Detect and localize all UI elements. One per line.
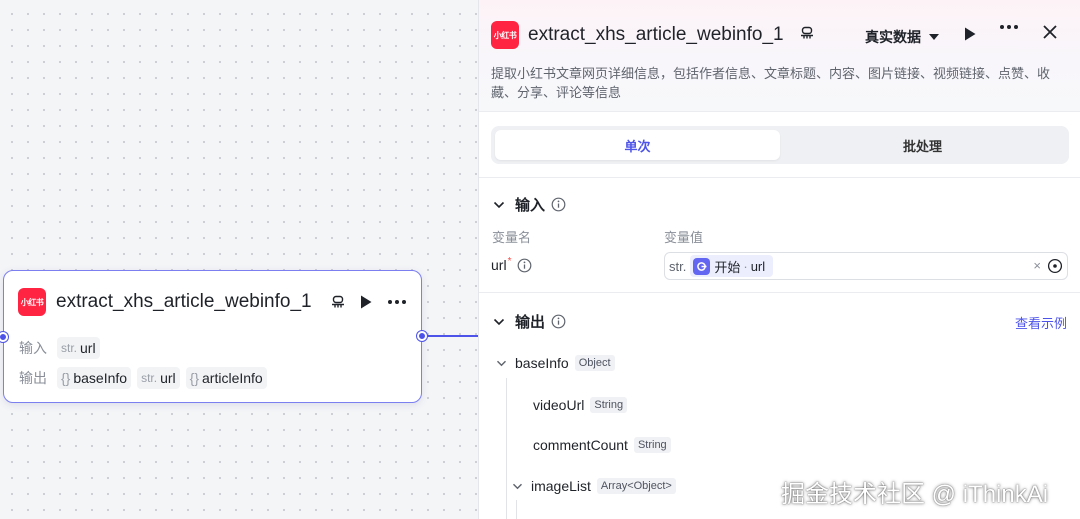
chevron-down-icon xyxy=(493,201,505,208)
info-icon[interactable] xyxy=(551,314,566,329)
tree-guide-line xyxy=(516,500,517,519)
input-param-chip: str. url xyxy=(57,337,100,359)
output-field-type: Array<Object> xyxy=(596,478,676,494)
param-type: {} xyxy=(189,370,200,386)
variable-name-text: url xyxy=(491,257,507,273)
run-icon[interactable] xyxy=(359,294,373,310)
output-param-chip: {} baseInfo xyxy=(57,367,132,389)
variable-name-column-label: 变量名 xyxy=(492,230,532,245)
workflow-node-card[interactable]: 小红书 extract_xhs_article_webinfo_1 输入 str… xyxy=(3,270,422,403)
param-type: {} xyxy=(61,370,71,386)
node-config-panel: 小红书 extract_xhs_article_webinfo_1 真实数据 提… xyxy=(478,0,1080,519)
output-tree-row: videoUrl String xyxy=(533,397,628,413)
variable-value-field[interactable]: str. 开始 · url × xyxy=(664,252,1068,280)
input-section-header[interactable]: 输入 xyxy=(493,194,566,215)
node-output-label: 输出 xyxy=(19,370,47,386)
run-mode-tabs: 单次 批处理 xyxy=(491,126,1069,164)
node-connector-line xyxy=(422,335,480,337)
variable-picker-icon[interactable] xyxy=(1047,258,1063,274)
node-output-row: 输出 {} baseInfo str. url {} articleInfo xyxy=(19,367,273,389)
output-field-name: imageList xyxy=(531,478,591,494)
node-input-row: 输入 str. url xyxy=(19,337,106,359)
output-tree-row: commentCount String xyxy=(533,437,671,453)
more-icon[interactable] xyxy=(387,299,407,305)
param-name: baseInfo xyxy=(73,370,128,386)
chevron-down-icon xyxy=(493,318,505,325)
clear-icon[interactable]: × xyxy=(1033,258,1041,273)
param-name: url xyxy=(160,370,176,386)
panel-title: extract_xhs_article_webinfo_1 xyxy=(528,24,784,45)
xiaohongshu-logo: 小红书 xyxy=(18,288,46,316)
output-section-header[interactable]: 输出 xyxy=(493,311,566,332)
section-divider xyxy=(479,292,1080,293)
debug-icon[interactable] xyxy=(800,26,814,40)
tab-batch[interactable]: 批处理 xyxy=(780,130,1065,160)
input-section-title: 输入 xyxy=(515,197,546,214)
tree-guide-line xyxy=(506,378,507,519)
output-tree-row[interactable]: baseInfo Object xyxy=(496,355,615,371)
more-icon[interactable] xyxy=(999,24,1019,30)
watermark: 掘金技术社区 @ iThinkAi xyxy=(781,481,1049,508)
close-icon[interactable] xyxy=(1042,24,1058,40)
caret-down-icon xyxy=(929,34,939,40)
output-param-chip: {} articleInfo xyxy=(185,367,267,389)
tab-single[interactable]: 单次 xyxy=(495,130,780,160)
info-icon[interactable] xyxy=(551,197,566,212)
panel-header: 小红书 extract_xhs_article_webinfo_1 真实数据 提… xyxy=(479,0,1080,112)
node-header: 小红书 extract_xhs_article_webinfo_1 xyxy=(18,287,407,317)
run-mode-tabs-area: 单次 批处理 xyxy=(479,112,1080,178)
variable-reference-chip[interactable]: 开始 · url xyxy=(690,255,774,277)
param-type: str. xyxy=(141,371,158,385)
reference-separator: · xyxy=(743,258,748,274)
input-variable-name: url * xyxy=(491,255,532,273)
output-field-name: videoUrl xyxy=(533,397,585,413)
variable-value-column-label: 变量值 xyxy=(664,230,704,245)
xiaohongshu-logo: 小红书 xyxy=(491,21,519,49)
info-icon[interactable] xyxy=(517,258,532,273)
output-field-type: Object xyxy=(574,355,615,371)
run-icon[interactable] xyxy=(963,26,977,42)
start-node-icon xyxy=(693,257,711,275)
chevron-down-icon[interactable] xyxy=(512,483,523,490)
node-output-port[interactable] xyxy=(417,331,427,341)
value-type-label: str. xyxy=(669,258,687,274)
param-name: articleInfo xyxy=(202,370,263,386)
panel-description: 提取小红书文章网页详细信息，包括作者信息、文章标题、内容、图片链接、视频链接、点… xyxy=(491,66,1051,100)
output-field-type: String xyxy=(633,437,671,453)
output-section-title: 输出 xyxy=(515,314,546,331)
param-name: url xyxy=(80,340,96,356)
output-tree-row[interactable]: imageList Array<Object> xyxy=(512,478,676,494)
required-mark: * xyxy=(507,255,512,267)
output-field-type: String xyxy=(590,397,628,413)
reference-variable: url xyxy=(750,258,766,274)
param-type: str. xyxy=(61,341,78,355)
data-mode-dropdown[interactable]: 真实数据 xyxy=(865,27,939,47)
node-input-label: 输入 xyxy=(19,340,47,356)
output-field-name: baseInfo xyxy=(515,355,569,371)
node-title: extract_xhs_article_webinfo_1 xyxy=(56,291,312,312)
data-mode-label: 真实数据 xyxy=(865,29,921,45)
view-example-link[interactable]: 查看示例 xyxy=(1015,313,1067,332)
reference-source: 开始 xyxy=(714,259,741,275)
chevron-down-icon[interactable] xyxy=(496,360,507,367)
output-field-name: commentCount xyxy=(533,437,628,453)
debug-icon[interactable] xyxy=(331,295,345,309)
output-param-chip: str. url xyxy=(137,367,180,389)
